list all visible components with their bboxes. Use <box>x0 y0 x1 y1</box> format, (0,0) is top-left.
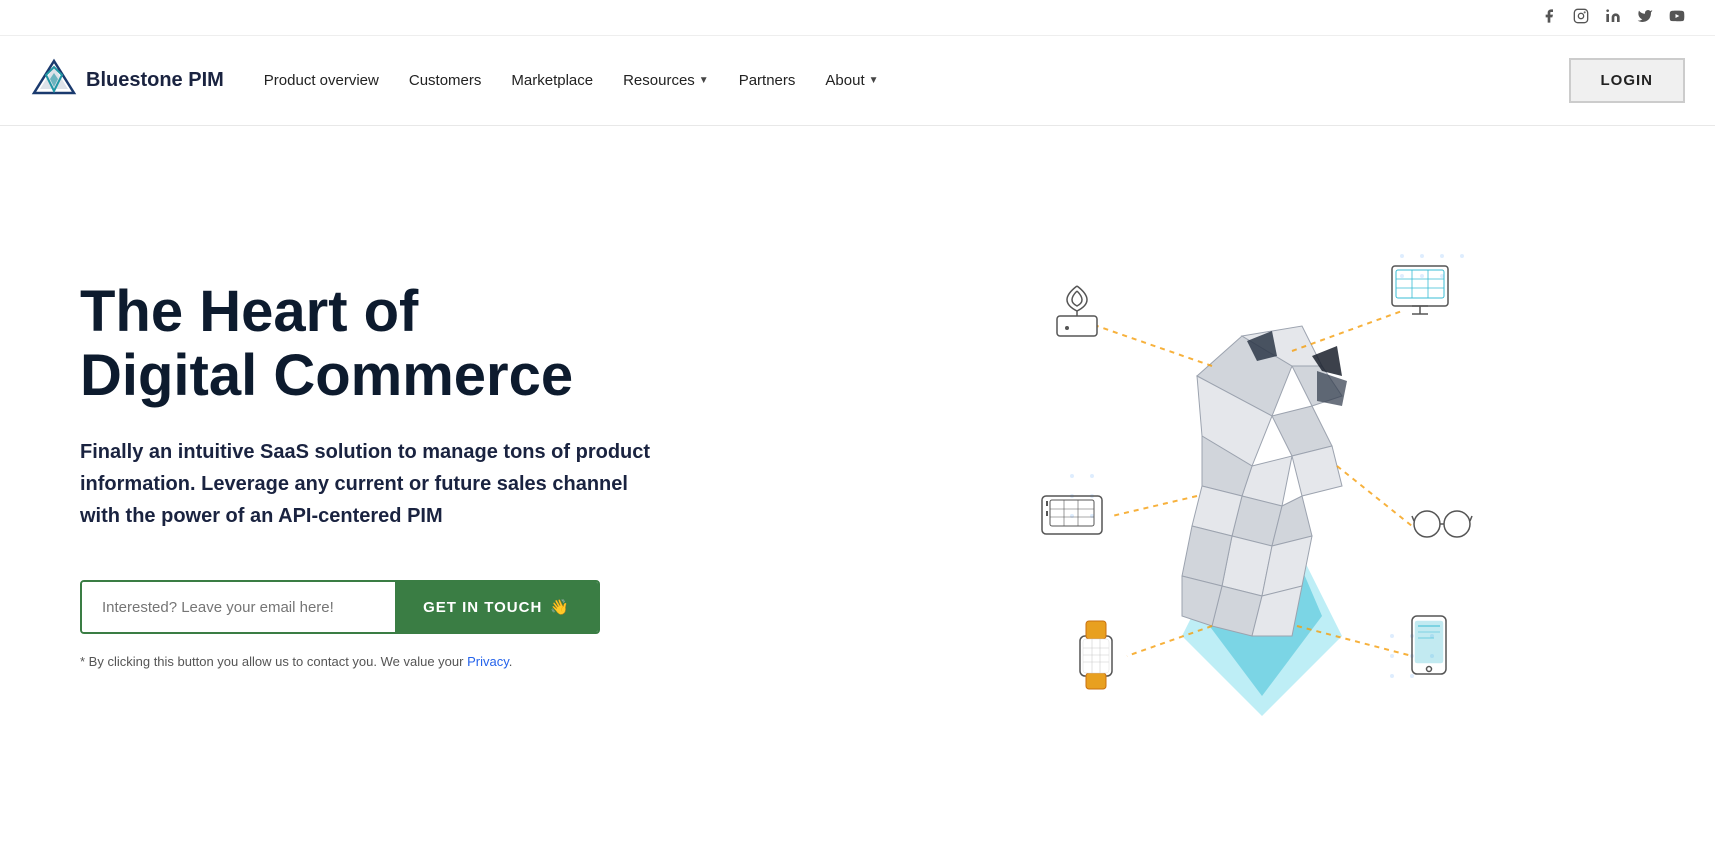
hero-title: The Heart of Digital Commerce <box>80 280 889 408</box>
email-input[interactable] <box>82 582 395 632</box>
logo[interactable]: Bluestone PIM <box>30 57 224 105</box>
nav-item-marketplace[interactable]: Marketplace <box>511 72 593 90</box>
facebook-icon[interactable] <box>1541 8 1557 27</box>
youtube-icon[interactable] <box>1669 8 1685 27</box>
nav-item-about[interactable]: About ▼ <box>825 72 878 89</box>
hero-section: The Heart of Digital Commerce Finally an… <box>0 126 1715 826</box>
nav-item-product-overview[interactable]: Product overview <box>264 72 379 90</box>
twitter-icon[interactable] <box>1637 8 1653 27</box>
linkedin-icon[interactable] <box>1605 8 1621 27</box>
nav-item-customers[interactable]: Customers <box>409 72 482 90</box>
nav-item-partners[interactable]: Partners <box>739 72 796 90</box>
navbar: Bluestone PIM Product overview Customers… <box>0 36 1715 126</box>
resources-chevron-icon: ▼ <box>699 75 709 86</box>
nav-item-resources[interactable]: Resources ▼ <box>623 72 709 89</box>
instagram-icon[interactable] <box>1573 8 1589 27</box>
nav-links: Product overview Customers Marketplace R… <box>264 72 879 90</box>
about-chevron-icon: ▼ <box>869 75 879 86</box>
heart-illustration <box>982 196 1542 756</box>
social-bar <box>0 0 1715 36</box>
hero-left: The Heart of Digital Commerce Finally an… <box>80 280 889 671</box>
hero-right <box>889 196 1635 756</box>
privacy-link[interactable]: Privacy <box>467 654 509 669</box>
logo-icon <box>30 57 78 105</box>
cta-disclaimer: * By clicking this button you allow us t… <box>80 652 580 672</box>
logo-text: Bluestone PIM <box>86 69 224 92</box>
nav-left: Bluestone PIM Product overview Customers… <box>30 57 879 105</box>
hero-subtitle: Finally an intuitive SaaS solution to ma… <box>80 436 660 532</box>
login-button[interactable]: LOGIN <box>1569 58 1686 103</box>
get-in-touch-button[interactable]: GET IN TOUCH 👋 <box>395 582 598 632</box>
cta-form: GET IN TOUCH 👋 <box>80 580 600 634</box>
